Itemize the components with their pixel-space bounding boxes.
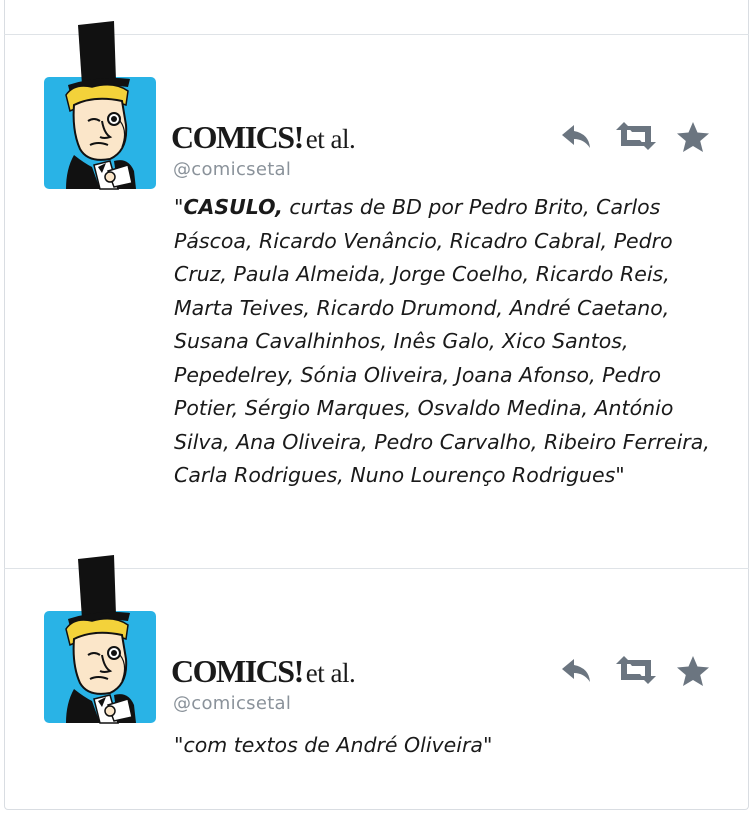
retweet-icon[interactable]: [614, 121, 658, 155]
tweet-text: " CASULO, curtas de BD por Pedro Brito, C…: [174, 191, 714, 493]
author-name[interactable]: COMICS! et al.: [171, 653, 356, 689]
tweet-text-bold: CASULO,: [183, 195, 283, 219]
top-hat-character-avatar-image: [65, 555, 136, 724]
top-hat-character-avatar-image: [65, 21, 136, 190]
author-name-main: COMICS!: [171, 653, 304, 689]
tweet-text-body: curtas de BD por Pedro Brito, Carlos Pás…: [174, 195, 710, 487]
tweet-text-body: com textos de André Oliveira: [183, 733, 483, 757]
tweet[interactable]: COMICS! et al. @comicsetal " CASULO, curta…: [4, 21, 749, 568]
reply-icon[interactable]: [560, 655, 594, 689]
avatar[interactable]: [44, 555, 156, 724]
author-name-suffix: et al.: [305, 658, 356, 688]
author-handle[interactable]: @comicsetal: [173, 159, 291, 180]
star-icon[interactable]: [676, 655, 710, 691]
tweet-actions: [556, 121, 716, 157]
retweet-icon[interactable]: [614, 655, 658, 689]
tweet-actions: [556, 655, 716, 691]
avatar[interactable]: [44, 21, 156, 190]
author-name-main: COMICS!: [171, 119, 304, 155]
star-icon[interactable]: [676, 121, 710, 157]
author-name[interactable]: COMICS! et al.: [171, 119, 356, 155]
author-handle[interactable]: @comicsetal: [173, 693, 291, 714]
close-quote: ": [615, 463, 625, 487]
tweet[interactable]: COMICS! et al. @comicsetal "com textos de…: [4, 555, 749, 810]
close-quote: ": [482, 733, 493, 757]
tweet-text: "com textos de André Oliveira": [174, 729, 714, 763]
reply-icon[interactable]: [560, 121, 594, 155]
author-name-suffix: et al.: [305, 124, 356, 154]
